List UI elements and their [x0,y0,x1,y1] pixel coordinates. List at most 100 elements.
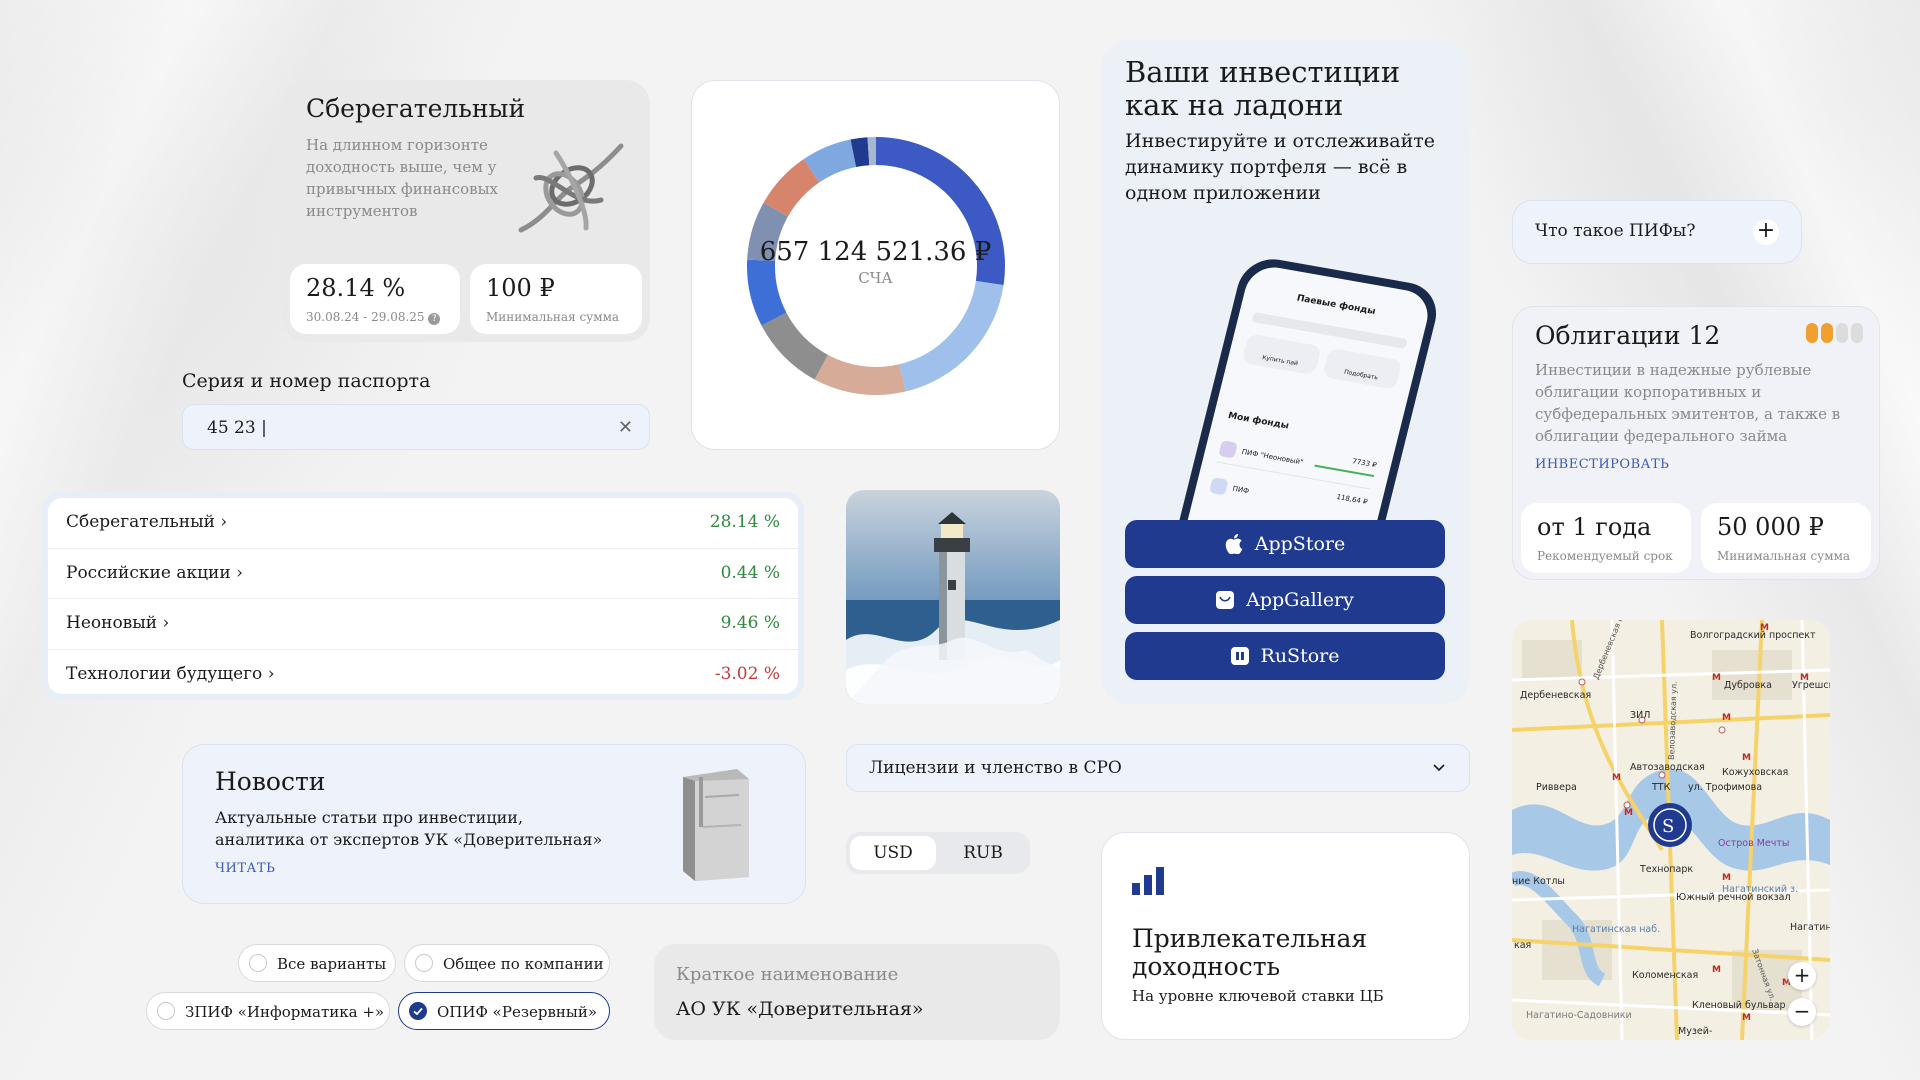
radio-all-variants[interactable]: Все варианты [238,944,396,982]
phone-fund2-icon [1208,477,1229,496]
appgallery-button[interactable]: AppGallery [1125,576,1445,624]
passport-input[interactable] [205,415,589,441]
savings-yield-stat: 28.14 % 30.08.24 - 29.08.25 ? [290,264,460,334]
svg-text:M: M [1742,753,1751,763]
bonds-fund-card[interactable]: Облигации 12 Инвестиции в надежные рубле… [1512,306,1880,580]
news-description-line2: аналитика от экспертов УК «Доверительная… [215,830,603,849]
yield-feature-card: Привлекательная доходность На уровне клю… [1101,832,1470,1040]
phone-fund2-value: 118,64 ₽ [1335,492,1369,507]
currency-usd[interactable]: USD [850,836,936,870]
map-label: Технопарк [1639,864,1693,875]
svg-text:M: M [1722,873,1731,883]
map-label: Нагатинский з. [1722,884,1798,895]
phone-mockup: Паевые фонды Купить пай Подобрать Мои фо… [1161,246,1441,564]
map-label: Автозаводская [1630,762,1705,773]
fund-row[interactable]: Российские акции › 0.44 % [48,549,798,599]
plus-icon[interactable]: + [1753,219,1779,245]
svg-text:S: S [1662,816,1674,837]
donut-segment-6 [763,159,820,217]
chevron-right-icon: › [220,512,228,532]
risk-bar [1821,323,1833,343]
bonds-term-label: Рекомендуемый срок [1537,549,1673,563]
fund-row[interactable]: Технологии будущего › -3.02 % [48,650,798,700]
appgallery-icon [1216,591,1235,609]
phone-section-title: Мои фонды [1226,411,1290,432]
appgallery-label: AppGallery [1246,589,1354,611]
faq-item-what-is-pif[interactable]: Что такое ПИФы? + [1512,200,1802,264]
map-label: Кленовый бульвар [1692,1000,1786,1011]
chevron-right-icon: › [267,663,275,684]
risk-bar [1806,323,1818,343]
radio-opif-reserve[interactable]: ОПИФ «Резервный» [398,992,610,1030]
info-icon[interactable]: ? [428,313,441,325]
zoom-in-button[interactable]: + [1788,962,1816,990]
savings-min-value: 100 ₽ [486,274,555,302]
fund-row[interactable]: Неоновый › 9.46 % [48,599,798,650]
savings-yield-period-text: 30.08.24 - 29.08.25 [306,310,425,324]
office-map[interactable]: MMMMMMMMMMM Волгоградский проспект Дербе… [1512,620,1830,1040]
short-name-field: Краткое наименование АО УК «Доверительна… [654,944,1060,1040]
nav-caption: СЧА [858,269,893,287]
zoom-out-button[interactable]: − [1788,998,1816,1026]
fund-name: Российские акции › [66,562,243,583]
map-label: Дербеневская [1520,690,1591,701]
map-label: ул. Трофимова [1688,782,1762,793]
radio-company-total[interactable]: Общее по компании [404,944,610,982]
savings-yield-value: 28.14 % [306,274,406,302]
fund-name: Сберегательный › [66,512,228,532]
phone-fund2-name: ПИФ [1231,484,1250,496]
appstore-button[interactable]: AppStore [1125,520,1445,568]
svg-text:M: M [1712,673,1721,683]
news-title: Новости [215,767,326,796]
map-label: Дубровка [1724,680,1772,691]
clear-icon[interactable]: ✕ [618,417,633,438]
risk-bar [1836,323,1848,343]
map-label: Волгоградский проспект [1690,630,1816,641]
map-label: кая [1514,940,1531,951]
faq-question: Что такое ПИФы? [1535,221,1696,241]
svg-text:M: M [1712,965,1721,975]
phone-fund1-icon [1218,440,1238,459]
map-label: ЗИЛ [1630,710,1650,721]
chevron-right-icon: › [236,562,243,583]
fund-yield: 9.46 % [720,613,780,633]
bonds-invest-link[interactable]: ИНВЕСТИРОВАТЬ [1535,457,1669,472]
fund-row[interactable]: Сберегательный › 28.14 % [48,498,798,549]
map-label: Кожуховская [1722,767,1788,778]
svg-text:M: M [1612,773,1621,783]
passport-field[interactable]: ✕ [182,404,650,450]
funds-list: Сберегательный › 28.14 % Российские акции … [48,498,798,694]
radio-zpif-informatika[interactable]: ЗПИФ «Информатика +» [146,992,390,1030]
map-label: Музей- [1678,1026,1712,1037]
rustore-icon [1230,647,1249,665]
bonds-title: Облигации 12 [1535,321,1721,350]
donut-center: 657 124 521.36 ₽ СЧА [692,237,1059,287]
map-canvas: MM MMMMMMMMM Волгоградский проспект Дербе… [1512,620,1830,1040]
short-name-value: АО УК «Доверительная» [676,998,924,1020]
map-label: ние Котлы [1512,876,1565,887]
map-label: Остров Мечты [1718,838,1789,849]
rustore-label: RuStore [1260,645,1340,667]
radio-label: Все варианты [277,955,387,973]
savings-min-label: Минимальная сумма [486,310,620,324]
radio-dot [249,954,267,972]
currency-rub[interactable]: RUB [940,836,1026,870]
fund-yield: -3.02 % [714,663,780,684]
yield-title: Привлекательная доходность [1132,925,1367,981]
book-icon [683,769,749,881]
news-read-link[interactable]: ЧИТАТЬ [215,861,275,876]
bonds-min-label: Минимальная сумма [1717,549,1851,563]
funds-table: Сберегательный › 28.14 % Российские акции … [42,492,804,700]
rustore-button[interactable]: RuStore [1125,632,1445,680]
radio-label: ЗПИФ «Информатика +» [185,1003,385,1021]
rope-knot-icon [518,143,624,233]
licenses-accordion[interactable]: Лицензии и членство в СРО [846,744,1470,792]
map-label: ТТК [1651,782,1671,793]
appstore-label: AppStore [1254,533,1346,555]
short-name-label: Краткое наименование [676,964,899,985]
savings-fund-card[interactable]: Сберегательный На длинном горизонте дохо… [282,80,650,342]
svg-text:M: M [1722,713,1731,723]
map-label: Угрешская [1792,680,1830,691]
news-card[interactable]: Новости Актуальные статьи про инвестиции… [182,744,806,904]
check-icon [413,1007,423,1016]
